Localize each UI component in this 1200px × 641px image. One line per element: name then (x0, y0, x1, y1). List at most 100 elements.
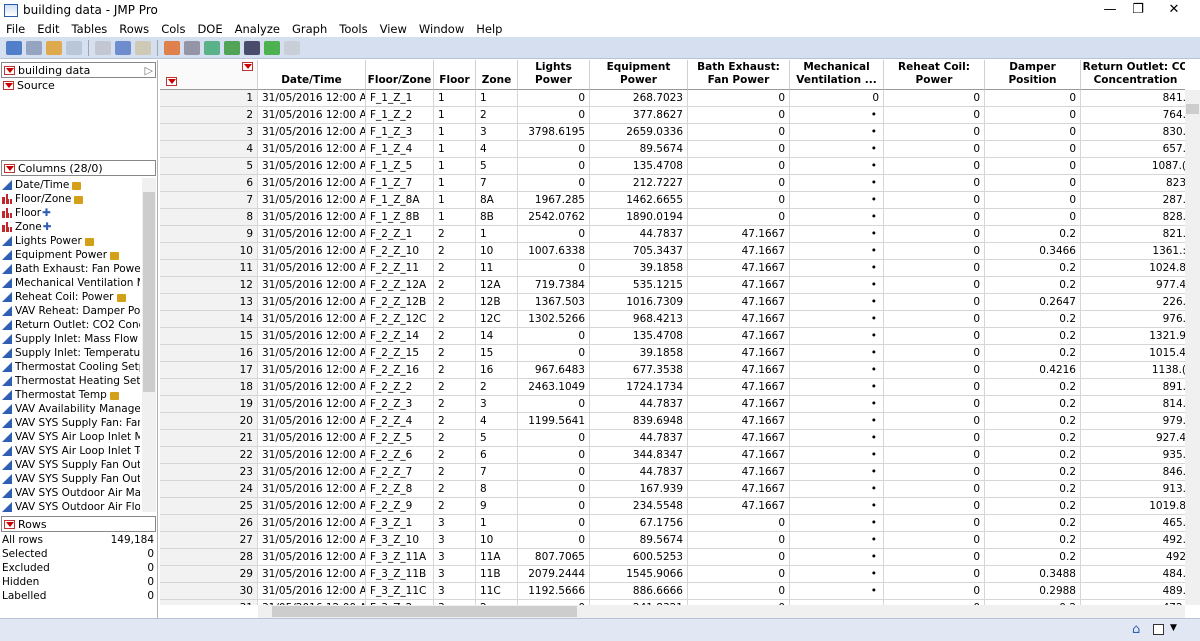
table-cell[interactable]: 47.1667 (688, 243, 790, 260)
table-cell[interactable]: 31/05/2016 12:00 AM (258, 379, 366, 396)
column-header[interactable]: Reheat Coil: Power (884, 60, 985, 90)
grid-corner[interactable] (160, 60, 258, 90)
table-cell[interactable]: F_2_Z_2 (366, 379, 434, 396)
annotate-icon[interactable] (284, 40, 300, 55)
close-button[interactable]: ✕ (1156, 0, 1192, 20)
table-cell[interactable]: 47.1667 (688, 413, 790, 430)
table-cell[interactable]: 841. (1081, 90, 1185, 107)
column-item[interactable]: Bath Exhaust: Fan Power (2, 262, 140, 276)
table-cell[interactable]: F_2_Z_1 (366, 226, 434, 243)
table-cell[interactable]: 979. (1081, 413, 1185, 430)
table-cell[interactable]: 39.1858 (590, 260, 688, 277)
table-cell[interactable]: • (790, 549, 884, 566)
column-item[interactable]: VAV SYS Supply Fan Outlet (2, 458, 140, 472)
row-number[interactable]: 22 (160, 447, 258, 464)
menu-graph[interactable]: Graph (286, 22, 333, 36)
paste-icon[interactable] (135, 40, 151, 55)
table-cell[interactable]: 1361.: (1081, 243, 1185, 260)
table-cell[interactable]: 927.4 (1081, 430, 1185, 447)
table-cell[interactable]: 67.1756 (590, 515, 688, 532)
table-cell[interactable]: • (790, 175, 884, 192)
column-item[interactable]: VAV SYS Outdoor Air Flow (2, 500, 140, 514)
table-cell[interactable]: 967.6483 (518, 362, 590, 379)
fit-model-icon[interactable] (244, 40, 260, 55)
table-row[interactable]: 24 31/05/2016 12:00 AM F_2_Z_8 2 8 0 167.939 47… (160, 481, 1185, 498)
table-cell[interactable]: 484. (1081, 566, 1185, 583)
table-cell[interactable]: 1967.285 (518, 192, 590, 209)
table-cell[interactable]: 0 (985, 124, 1081, 141)
table-cell[interactable]: • (790, 413, 884, 430)
table-cell[interactable]: 465. (1081, 515, 1185, 532)
column-item[interactable]: Thermostat Cooling Setpoi (2, 360, 140, 374)
table-row[interactable]: 9 31/05/2016 12:00 AM F_2_Z_1 2 1 0 44.7837 47.… (160, 226, 1185, 243)
table-cell[interactable]: 2 (434, 481, 476, 498)
table-cell[interactable]: 47.1667 (688, 396, 790, 413)
table-cell[interactable]: 31/05/2016 12:00 AM (258, 413, 366, 430)
table-cell[interactable]: • (790, 532, 884, 549)
table-cell[interactable]: 44.7837 (590, 396, 688, 413)
table-cell[interactable]: F_3_Z_1 (366, 515, 434, 532)
column-item[interactable]: VAV Reheat: Damper Positi (2, 304, 140, 318)
table-cell[interactable]: F_2_Z_6 (366, 447, 434, 464)
table-cell[interactable]: 1192.5666 (518, 583, 590, 600)
table-cell[interactable]: 976. (1081, 311, 1185, 328)
table-cell[interactable]: F_2_Z_9 (366, 498, 434, 515)
table-cell[interactable]: F_2_Z_4 (366, 413, 434, 430)
table-cell[interactable]: 47.1667 (688, 260, 790, 277)
column-item[interactable]: VAV Availability Manager N (2, 402, 140, 416)
table-cell[interactable]: F_2_Z_12C (366, 311, 434, 328)
table-cell[interactable]: 47.1667 (688, 464, 790, 481)
table-cell[interactable]: F_2_Z_3 (366, 396, 434, 413)
table-cell[interactable]: F_3_Z_11B (366, 566, 434, 583)
row-number[interactable]: 17 (160, 362, 258, 379)
table-cell[interactable]: 31/05/2016 12:00 AM (258, 396, 366, 413)
table-cell[interactable]: 2 (476, 379, 518, 396)
table-cell[interactable]: 0.2 (985, 549, 1081, 566)
table-cell[interactable]: 344.8347 (590, 447, 688, 464)
table-cell[interactable]: 31/05/2016 12:00 AM (258, 243, 366, 260)
table-cell[interactable]: 2 (434, 362, 476, 379)
table-cell[interactable]: 1019.8 (1081, 498, 1185, 515)
graph-builder-icon[interactable] (224, 40, 240, 55)
table-cell[interactable]: 11B (476, 566, 518, 583)
row-number[interactable]: 14 (160, 311, 258, 328)
table-cell[interactable]: • (790, 277, 884, 294)
table-cell[interactable]: 0 (884, 209, 985, 226)
open-icon[interactable] (46, 40, 62, 55)
row-number[interactable]: 7 (160, 192, 258, 209)
table-cell[interactable]: 11 (476, 260, 518, 277)
table-cell[interactable]: 31/05/2016 12:00 AM (258, 328, 366, 345)
row-number[interactable]: 12 (160, 277, 258, 294)
table-cell[interactable]: 44.7837 (590, 226, 688, 243)
table-cell[interactable]: 4 (476, 141, 518, 158)
table-row[interactable]: 6 31/05/2016 12:00 AM F_1_Z_7 1 7 0 212.7227 0 •… (160, 175, 1185, 192)
menu-analyze[interactable]: Analyze (229, 22, 286, 36)
table-cell[interactable]: 0 (985, 209, 1081, 226)
table-cell[interactable]: 0 (884, 583, 985, 600)
table-cell[interactable]: 9 (476, 498, 518, 515)
table-cell[interactable]: 935. (1081, 447, 1185, 464)
vertical-scrollbar[interactable] (1185, 90, 1200, 605)
table-cell[interactable]: 7 (476, 464, 518, 481)
row-number[interactable]: 27 (160, 532, 258, 549)
table-cell[interactable]: 0 (688, 158, 790, 175)
table-cell[interactable]: 0.3466 (985, 243, 1081, 260)
table-cell[interactable]: 2 (434, 396, 476, 413)
table-cell[interactable]: 3 (476, 124, 518, 141)
table-cell[interactable]: F_2_Z_14 (366, 328, 434, 345)
horizontal-scrollbar[interactable] (258, 605, 1185, 618)
table-cell[interactable]: F_1_Z_4 (366, 141, 434, 158)
table-cell[interactable]: 31/05/2016 12:00 AM (258, 175, 366, 192)
table-cell[interactable]: 31/05/2016 12:00 AM (258, 260, 366, 277)
table-cell[interactable]: 1199.5641 (518, 413, 590, 430)
table-cell[interactable]: • (790, 498, 884, 515)
table-cell[interactable]: 47.1667 (688, 447, 790, 464)
table-cell[interactable]: 0 (518, 464, 590, 481)
table-row[interactable]: 16 31/05/2016 12:00 AM F_2_Z_15 2 15 0 39.1858… (160, 345, 1185, 362)
table-cell[interactable]: 977.4 (1081, 277, 1185, 294)
table-cell[interactable]: 0.2 (985, 498, 1081, 515)
table-cell[interactable]: 0 (884, 311, 985, 328)
table-cell[interactable]: 0 (518, 447, 590, 464)
table-cell[interactable]: 0 (884, 192, 985, 209)
table-cell[interactable]: 0 (884, 260, 985, 277)
